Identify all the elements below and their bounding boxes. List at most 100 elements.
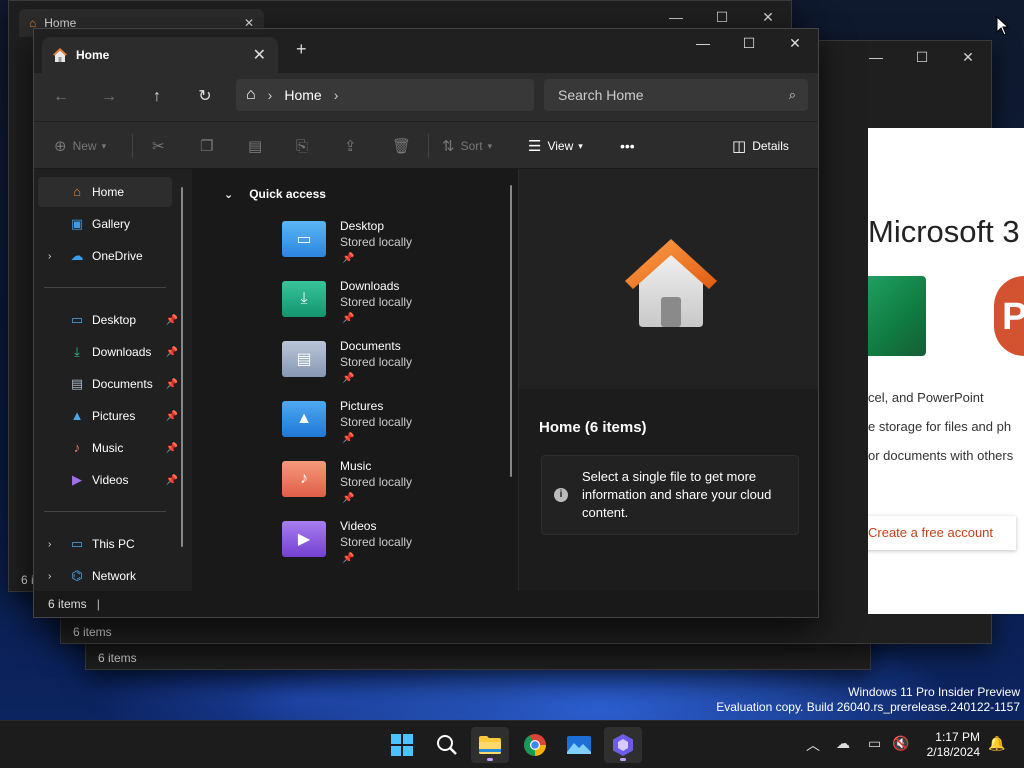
file-explorer-taskbar-button[interactable]: [471, 727, 509, 763]
new-tab-icon[interactable]: +: [296, 39, 307, 60]
toolbar-divider: [428, 134, 429, 158]
pictures-icon: ▲: [70, 408, 84, 423]
volume-muted-icon[interactable]: 🔇: [892, 735, 909, 752]
chevron-right-icon[interactable]: ›: [48, 539, 51, 550]
search-box[interactable]: ⌕: [544, 79, 808, 111]
sidebar-item-network[interactable]: › ⌬ Network: [38, 561, 172, 591]
minimize-icon[interactable]: —: [853, 41, 899, 73]
search-icon[interactable]: ⌕: [789, 87, 796, 103]
sidebar-item-videos[interactable]: ▶ Videos 📌: [38, 465, 178, 495]
onedrive-offline-icon[interactable]: ☁: [836, 735, 850, 752]
cut-button[interactable]: ✂: [152, 134, 171, 158]
pin-icon: 📌: [342, 373, 355, 384]
documents-icon: ▤: [70, 376, 84, 391]
details-preview: [519, 169, 818, 389]
rename-button[interactable]: ⎘: [296, 134, 314, 158]
sidebar-scrollbar[interactable]: [181, 187, 183, 547]
search-button[interactable]: [428, 727, 466, 763]
forward-icon[interactable]: →: [97, 85, 121, 109]
chrome-taskbar-button[interactable]: [516, 727, 554, 763]
folder-location: Stored locally: [340, 535, 413, 549]
file-explorer-window[interactable]: Home ✕ + — ☐ ✕ ← → ↑ ↻ ⌂ › Home › ⌕ ⊕ Ne…: [33, 28, 819, 618]
up-icon[interactable]: ↑: [145, 85, 169, 109]
close-icon[interactable]: ✕: [945, 41, 991, 73]
sidebar-item-this-pc[interactable]: › ▭ This PC: [38, 529, 172, 559]
copy-icon: ❐: [200, 138, 214, 155]
sidebar-item-onedrive[interactable]: › ☁ OneDrive: [38, 241, 172, 271]
share-button[interactable]: ⇪: [344, 134, 363, 158]
tab-home[interactable]: Home ✕: [42, 37, 278, 73]
quick-access-item-documents[interactable]: ▤ Documents Stored locally 📌: [282, 337, 502, 393]
chevron-down-icon: ▾: [578, 140, 583, 151]
minimize-icon[interactable]: —: [680, 29, 726, 57]
sidebar-item-home[interactable]: ⌂ Home: [38, 177, 172, 207]
system-clock[interactable]: 1:17 PM 2/18/2024: [918, 730, 980, 760]
breadcrumb-home[interactable]: Home: [284, 87, 321, 103]
sidebar-item-gallery[interactable]: ▣ Gallery: [38, 209, 172, 239]
watermark-line: Evaluation copy. Build 26040.rs_prerelea…: [716, 700, 1020, 714]
display-icon[interactable]: ▭: [868, 735, 881, 752]
folder-location: Stored locally: [340, 355, 413, 369]
status-bar: 6 items |: [34, 591, 818, 617]
quick-access-item-pictures[interactable]: ▲ Pictures Stored locally 📌: [282, 397, 502, 453]
app-taskbar-button[interactable]: [604, 727, 642, 763]
chevron-right-icon[interactable]: ›: [268, 87, 273, 103]
search-input[interactable]: [558, 87, 758, 103]
notification-bell-icon[interactable]: 🔔: [988, 735, 1005, 752]
refresh-icon[interactable]: ↻: [193, 85, 217, 109]
copy-button[interactable]: ❐: [200, 134, 219, 158]
address-bar[interactable]: ⌂ › Home ›: [236, 79, 534, 111]
microsoft-365-window[interactable]: Microsoft 3 P cel, and PowerPoint e stor…: [868, 128, 1024, 614]
music-icon: ♪: [73, 440, 81, 455]
sidebar-item-pictures[interactable]: ▲ Pictures 📌: [38, 401, 178, 431]
maximize-icon[interactable]: ☐: [899, 41, 945, 73]
start-button[interactable]: [383, 727, 421, 763]
quick-access-header[interactable]: ⌄ Quick access: [224, 187, 326, 201]
content-scrollbar[interactable]: [510, 185, 512, 477]
close-icon[interactable]: ✕: [772, 29, 818, 57]
folder-name: Pictures: [340, 399, 384, 413]
view-button[interactable]: ☰ View ▾: [528, 134, 583, 158]
details-title: Home (6 items): [539, 419, 647, 436]
more-options-button[interactable]: •••: [620, 134, 635, 158]
status-divider: |: [96, 597, 100, 611]
sidebar-item-downloads[interactable]: ⤓ Downloads 📌: [38, 337, 178, 367]
mouse-cursor-icon: [996, 16, 1010, 36]
sidebar-item-documents[interactable]: ▤ Documents 📌: [38, 369, 178, 399]
quick-access-item-videos[interactable]: ▶ Videos Stored locally 📌: [282, 517, 502, 573]
close-tab-icon[interactable]: ✕: [253, 45, 266, 65]
quick-access-item-music[interactable]: ♪ Music Stored locally 📌: [282, 457, 502, 513]
photos-taskbar-button[interactable]: [560, 727, 598, 763]
running-indicator: [487, 758, 493, 761]
pin-icon: 📌: [165, 442, 178, 454]
sort-button[interactable]: ⇅ Sort ▾: [442, 134, 492, 158]
videos-folder-icon: ▶: [282, 521, 326, 557]
details-info-text: Select a single file to get more informa…: [582, 469, 772, 520]
chevron-down-icon: ▾: [101, 140, 107, 151]
sidebar-item-desktop[interactable]: ▭ Desktop 📌: [38, 305, 178, 335]
tab-bar: Home ✕ + — ☐ ✕: [34, 29, 818, 73]
new-button[interactable]: ⊕ New ▾: [54, 134, 106, 158]
maximize-icon[interactable]: ☐: [726, 29, 772, 57]
pin-icon: 📌: [165, 410, 178, 422]
chevron-right-icon[interactable]: ›: [48, 571, 51, 582]
command-bar: ⊕ New ▾ ✂ ❐ ▤ ⎘ ⇪ 🗑 ⇅ Sort ▾ ☰ View ▾ ••• ◫…: [34, 121, 818, 169]
content-pane: ⌄ Quick access ▭ Desktop Stored locally …: [192, 169, 518, 593]
chevron-right-icon[interactable]: ›: [334, 87, 339, 103]
details-pane-button[interactable]: ◫ Details: [732, 134, 789, 158]
paste-button[interactable]: ▤: [248, 134, 268, 158]
status-item-count: 6 items: [48, 597, 87, 611]
details-info-box: i Select a single file to get more infor…: [541, 455, 799, 535]
quick-access-item-downloads[interactable]: ⤓ Downloads Stored locally 📌: [282, 277, 502, 333]
quick-access-item-desktop[interactable]: ▭ Desktop Stored locally 📌: [282, 217, 502, 273]
chevron-right-icon[interactable]: ›: [48, 251, 51, 262]
delete-button[interactable]: 🗑: [392, 134, 417, 158]
details-pane: Home (6 items) i Select a single file to…: [518, 169, 818, 593]
sidebar-item-music[interactable]: ♪ Music 📌: [38, 433, 178, 463]
back-icon[interactable]: ←: [49, 85, 73, 109]
chevron-down-icon[interactable]: ⌄: [224, 188, 233, 201]
trash-icon: 🗑: [392, 138, 412, 155]
create-account-button[interactable]: Create a free account: [868, 516, 1016, 550]
chevron-up-icon[interactable]: ︿: [806, 735, 820, 755]
ms365-line: e storage for files and ph: [868, 419, 1012, 434]
